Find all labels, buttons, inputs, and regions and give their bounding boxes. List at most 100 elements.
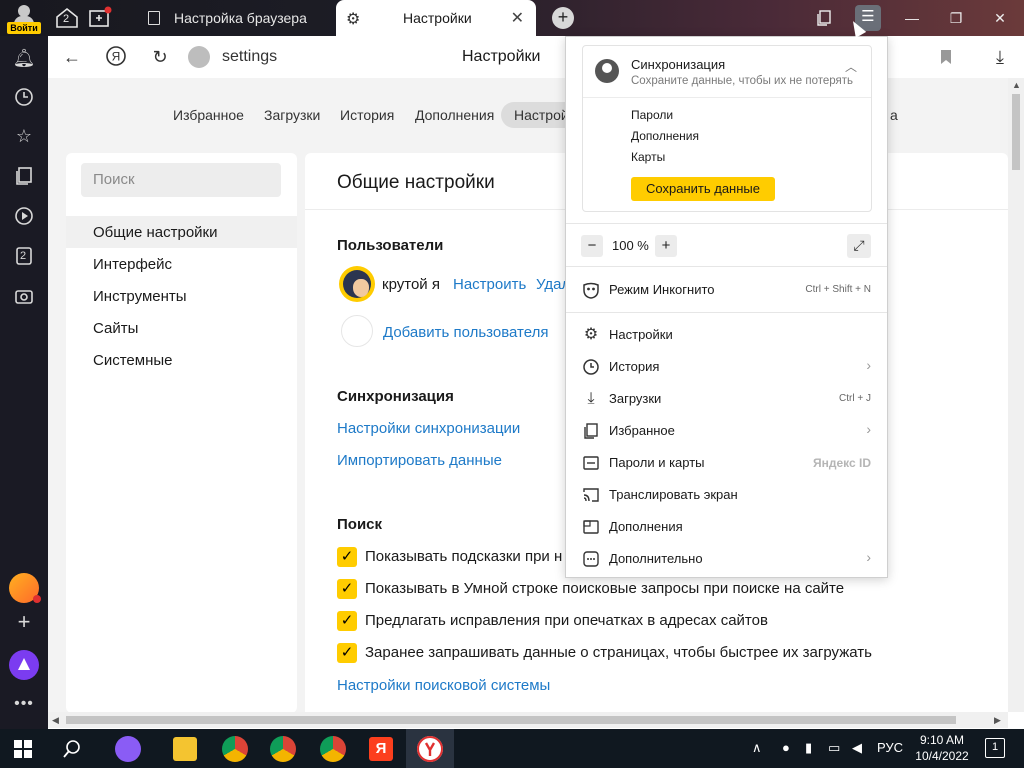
scroll-right-icon[interactable]: ▶: [994, 715, 1001, 726]
profile-icon: [595, 59, 619, 83]
bell-icon[interactable]: 🔔︎: [12, 46, 36, 70]
bookmarks-panel-button[interactable]: [802, 0, 846, 36]
screenshot-icon[interactable]: [12, 284, 36, 308]
star-icon[interactable]: ☆: [12, 124, 36, 148]
collections-icon[interactable]: [12, 164, 36, 188]
sync-settings-link[interactable]: Настройки синхронизации: [337, 420, 520, 437]
zoom-controls: − 100 % + ⤢: [566, 223, 887, 267]
network-icon[interactable]: ▭: [828, 740, 840, 756]
chrome-taskbar-icon[interactable]: [222, 736, 248, 762]
sync-card-subtitle: Сохраните данные, чтобы их не потерять: [631, 75, 854, 87]
clock[interactable]: 9:10 AM 10/4/2022: [912, 732, 972, 764]
menu-item-history[interactable]: История ›: [566, 351, 887, 383]
scroll-thumb[interactable]: [66, 716, 956, 724]
leftnav-interface[interactable]: Интерфейс: [93, 256, 172, 273]
zoom-out-button[interactable]: −: [581, 235, 603, 257]
yandex-taskbar-icon[interactable]: Я: [369, 737, 393, 761]
reload-icon[interactable]: ↻: [148, 45, 172, 69]
menu-item-settings[interactable]: ⚙ Настройки: [566, 319, 887, 351]
title-bar: Войти 2 Настройка браузера ⚙ Настройки ✕…: [0, 0, 1024, 36]
more-icon[interactable]: •••: [12, 692, 36, 716]
start-button[interactable]: [14, 740, 32, 758]
back-icon[interactable]: ←: [60, 45, 84, 69]
gear-icon: ⚙: [346, 11, 361, 28]
chrome-taskbar-icon-3[interactable]: [320, 736, 346, 762]
leftnav-system[interactable]: Системные: [93, 352, 172, 369]
scroll-thumb[interactable]: [1012, 94, 1020, 170]
typo-fix-checkbox[interactable]: ✓: [337, 611, 357, 631]
sync-card-header[interactable]: Синхронизация Сохраните данные, чтобы их…: [583, 46, 871, 98]
chrome-taskbar-icon-2[interactable]: [270, 736, 296, 762]
menu-item-downloads[interactable]: ⤓ Загрузки Ctrl + J: [566, 383, 887, 415]
restore-button[interactable]: ❐: [934, 0, 978, 36]
chevron-up-icon[interactable]: ︿: [845, 58, 857, 75]
language-indicator[interactable]: РУС: [877, 740, 903, 755]
topnav-history[interactable]: История: [340, 107, 394, 123]
configure-user-link[interactable]: Настроить: [453, 276, 526, 293]
leftnav-sites[interactable]: Сайты: [93, 320, 138, 337]
minimize-button[interactable]: —: [890, 0, 934, 36]
add-user-avatar: [341, 315, 373, 347]
microphone-icon[interactable]: ●: [782, 740, 790, 755]
smartbox-queries-checkbox[interactable]: ✓: [337, 579, 357, 599]
login-button[interactable]: Войти: [7, 3, 41, 34]
battery-icon[interactable]: ▮: [805, 740, 812, 756]
search-hints-checkbox[interactable]: ✓: [337, 547, 357, 567]
tray-chevron-icon[interactable]: ∧: [752, 740, 762, 756]
menu-item-extensions[interactable]: Дополнения: [566, 511, 887, 543]
close-tab-icon[interactable]: ✕: [511, 8, 524, 28]
scroll-up-icon[interactable]: ▲: [1012, 80, 1021, 90]
scroll-left-icon[interactable]: ◀: [52, 715, 59, 726]
downloads-icon[interactable]: ⤓: [988, 45, 1012, 69]
site-icon: [188, 46, 210, 68]
new-tab-button[interactable]: +: [552, 7, 574, 29]
zoom-in-button[interactable]: +: [655, 235, 677, 257]
menu-item-favorites[interactable]: Избранное ›: [566, 415, 887, 447]
add-app-icon[interactable]: +: [12, 610, 36, 634]
shortcut-label: Ctrl + Shift + N: [805, 284, 871, 295]
bookmark-icon[interactable]: [934, 45, 958, 69]
tabs-overview-button[interactable]: 2: [54, 6, 80, 30]
tab-settings[interactable]: ⚙ Настройки ✕: [336, 0, 536, 36]
notifications-button[interactable]: 1: [985, 738, 1005, 758]
music-app-icon[interactable]: [9, 573, 41, 603]
leftnav-tools[interactable]: Инструменты: [93, 288, 187, 305]
tab-browser-setup[interactable]: Настройка браузера: [134, 0, 332, 36]
yandex-icon[interactable]: Я: [104, 45, 128, 69]
menu-item-cast[interactable]: Транслировать экран: [566, 479, 887, 511]
clock-time: 9:10 AM: [919, 733, 965, 747]
import-data-link[interactable]: Импортировать данные: [337, 452, 502, 469]
fullscreen-button[interactable]: ⤢: [847, 234, 871, 258]
new-window-button[interactable]: [88, 6, 114, 30]
tabs-count-icon[interactable]: 2: [12, 244, 36, 268]
vertical-scrollbar[interactable]: ▲: [1008, 78, 1024, 712]
topnav-favorites[interactable]: Избранное: [173, 107, 244, 123]
search-engine-settings-link[interactable]: Настройки поисковой системы: [337, 677, 550, 694]
topnav-extensions[interactable]: Дополнения: [415, 107, 494, 123]
explorer-taskbar-icon[interactable]: [173, 737, 197, 761]
menu-item-passwords[interactable]: Пароли и карты Яндекс ID: [566, 447, 887, 479]
bookmark-icon: [580, 420, 602, 442]
history-icon[interactable]: [12, 85, 36, 109]
leftnav-general[interactable]: Общие настройки: [93, 224, 218, 241]
volume-icon[interactable]: ◀: [852, 740, 862, 756]
puzzle-icon: [580, 516, 602, 538]
menu-item-incognito[interactable]: Режим Инкогнито Ctrl + Shift + N: [566, 274, 887, 306]
prefetch-checkbox[interactable]: ✓: [337, 643, 357, 663]
save-data-button[interactable]: Сохранить данные: [631, 177, 775, 201]
settings-search-input[interactable]: Поиск: [81, 163, 281, 197]
horizontal-scrollbar[interactable]: ◀ ▶: [48, 712, 1008, 728]
yandex-browser-taskbar-active[interactable]: [406, 729, 454, 768]
search-taskbar-button[interactable]: [62, 739, 82, 759]
play-icon[interactable]: [12, 204, 36, 228]
chevron-right-icon: ›: [866, 357, 871, 373]
cast-icon: [580, 484, 602, 506]
menu-item-more[interactable]: Дополнительно ›: [566, 543, 887, 575]
alice-taskbar-icon[interactable]: [115, 736, 141, 762]
url-text[interactable]: settings: [222, 48, 277, 66]
close-window-button[interactable]: ✕: [978, 0, 1022, 36]
alice-assistant-icon[interactable]: [9, 650, 39, 680]
windows-logo-icon: [14, 740, 32, 758]
topnav-downloads[interactable]: Загрузки: [264, 107, 320, 123]
add-user-link[interactable]: Добавить пользователя: [383, 324, 548, 341]
